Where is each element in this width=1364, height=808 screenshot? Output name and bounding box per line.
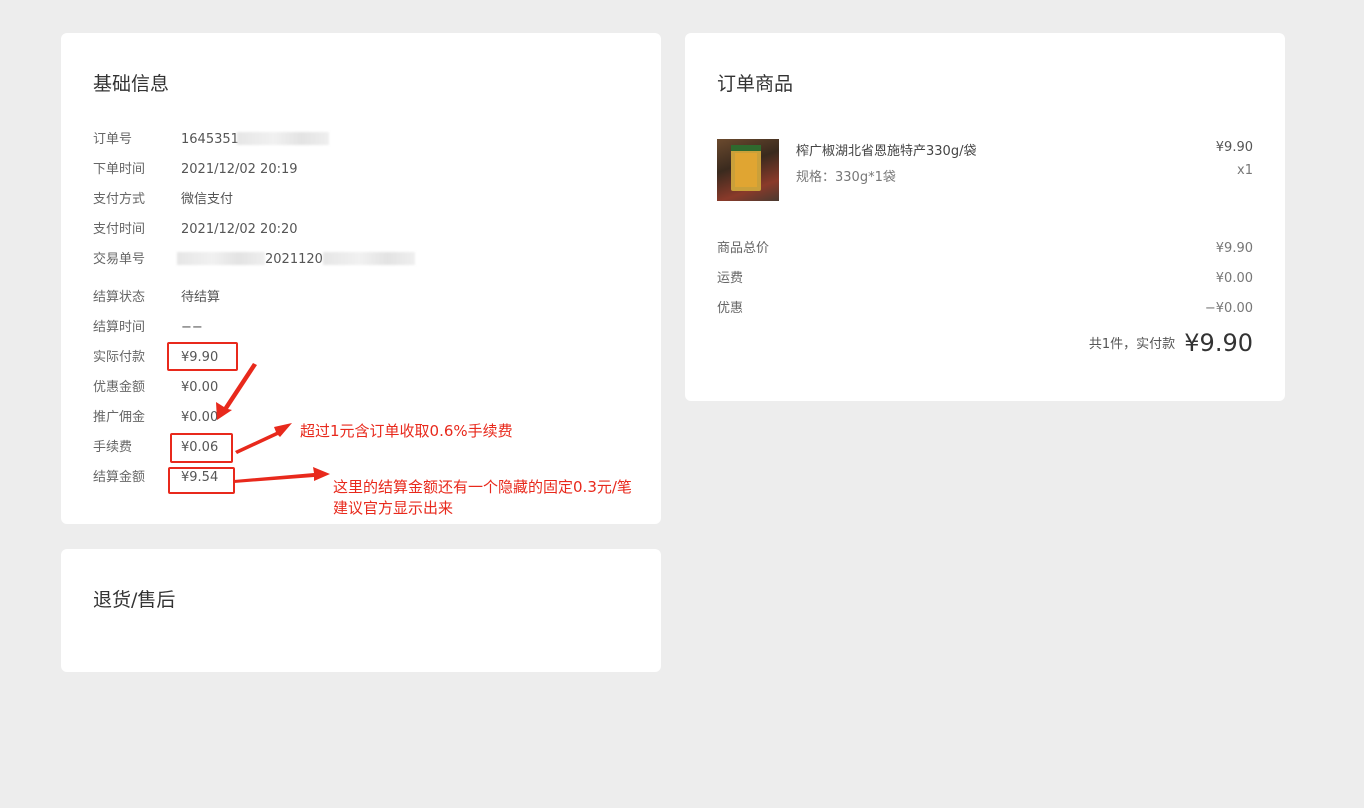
returns-card: 退货/售后 (61, 549, 661, 672)
total-text: 共1件，实付款 (1088, 337, 1176, 352)
product-spec: 规格：330g*1袋 (796, 170, 896, 185)
settle-time-label: 结算时间 (93, 320, 146, 335)
shipping-label: 运费 (717, 271, 744, 286)
settle-annotation-line2: 建议官方显示出来 (333, 499, 454, 517)
settle-amount-highlight-box (168, 467, 235, 494)
shipping-value: ¥0.00 (1215, 271, 1253, 286)
basic-info-title: 基础信息 (93, 73, 170, 95)
fee-annotation: 超过1元含订单收取0.6%手续费 (300, 422, 513, 440)
subtotal-value: ¥9.90 (1215, 241, 1253, 256)
settle-status-value: 待结算 (181, 290, 221, 305)
settle-status-label: 结算状态 (93, 290, 146, 305)
basic-info-card: 基础信息 订单号 1645351 下单时间 2021/12/02 20:19 支… (61, 33, 661, 524)
shipping-row: 运费 ¥0.00 (717, 269, 1253, 289)
commission-label: 推广佣金 (93, 410, 146, 425)
settle-time-value: −− (181, 320, 203, 335)
product-name[interactable]: 榨广椒湖北省恩施特产330g/袋 (796, 140, 976, 159)
pay-method-label: 支付方式 (93, 192, 146, 207)
subtotal-label: 商品总价 (717, 241, 770, 256)
settle-amount-label: 结算金额 (93, 470, 146, 485)
fee-label: 手续费 (93, 440, 133, 455)
order-time-label: 下单时间 (93, 162, 146, 177)
goods-discount-row: 优惠 −¥0.00 (717, 299, 1253, 319)
redacted-mask (236, 132, 329, 145)
goods-discount-label: 优惠 (717, 301, 744, 316)
pay-time-value: 2021/12/02 20:20 (181, 222, 298, 237)
redacted-mask (322, 252, 415, 265)
pay-method-value: 微信支付 (181, 192, 234, 207)
discount-value: ¥0.00 (181, 380, 219, 395)
fee-highlight-box (170, 433, 233, 463)
order-total: 共1件，实付款 ¥9.90 (1089, 329, 1253, 357)
order-goods-card: 订单商品 榨广椒湖北省恩施特产330g/袋 规格：330g*1袋 ¥9.90 x… (685, 33, 1285, 401)
redacted-mask (177, 252, 265, 265)
product-quantity: x1 (1237, 163, 1253, 178)
trade-no-label: 交易单号 (93, 252, 146, 267)
order-time-value: 2021/12/02 20:19 (181, 162, 298, 177)
pay-time-label: 支付时间 (93, 222, 146, 237)
product-thumbnail-icon[interactable] (717, 139, 779, 201)
order-goods-title: 订单商品 (717, 73, 794, 95)
discount-label: 优惠金额 (93, 380, 146, 395)
order-no-value: 1645351 (181, 130, 329, 150)
goods-discount-value: −¥0.00 (1204, 301, 1253, 316)
trade-no-value: 2021120 (177, 250, 415, 270)
commission-value: ¥0.00 (181, 410, 219, 425)
total-amount: ¥9.90 (1184, 329, 1253, 357)
subtotal-row: 商品总价 ¥9.90 (717, 239, 1253, 259)
order-no-label: 订单号 (93, 132, 133, 147)
returns-title: 退货/售后 (93, 589, 176, 611)
actual-pay-label: 实际付款 (93, 350, 146, 365)
actual-pay-highlight-box (167, 342, 238, 371)
settle-annotation-line1: 这里的结算金额还有一个隐藏的固定0.3元/笔 (333, 478, 632, 496)
product-price: ¥9.90 (1215, 140, 1253, 155)
